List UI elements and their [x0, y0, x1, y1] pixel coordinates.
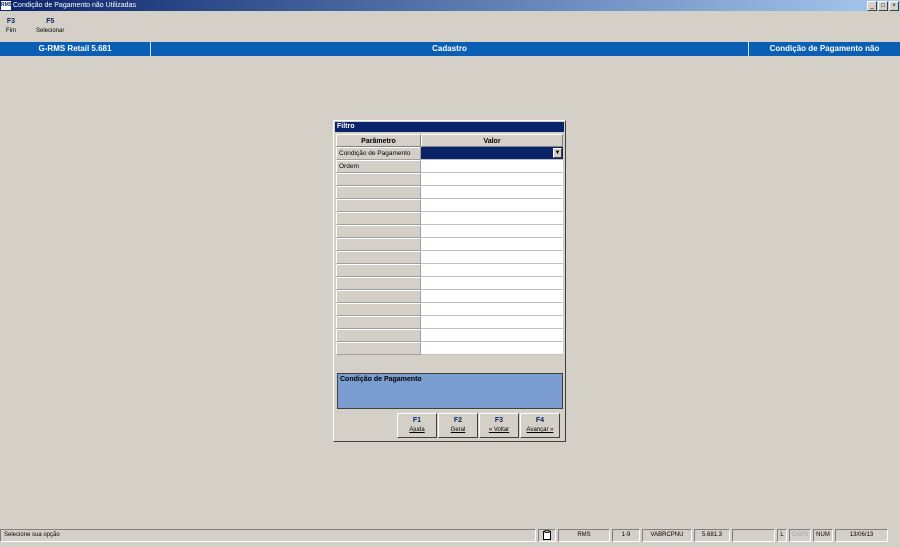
- value-cell[interactable]: [421, 173, 563, 186]
- filter-row[interactable]: [336, 238, 563, 251]
- next-button[interactable]: F4 Avançar »: [520, 413, 560, 438]
- value-cell[interactable]: [421, 186, 563, 199]
- help-button[interactable]: F1 Ajuda: [397, 413, 437, 438]
- app-icon: RMS: [1, 1, 13, 10]
- button-label: « Voltar: [488, 427, 510, 433]
- filter-row[interactable]: [336, 316, 563, 329]
- status-system: RMS: [558, 529, 610, 542]
- button-label: Avançar »: [526, 427, 554, 433]
- value-cell[interactable]: [421, 303, 563, 316]
- key-label: F4: [535, 417, 545, 424]
- value-cell[interactable]: [421, 277, 563, 290]
- payment-condition-combo[interactable]: ▼: [421, 147, 563, 160]
- param-label: [336, 212, 421, 225]
- maximize-button[interactable]: □: [878, 1, 888, 11]
- param-label: [336, 264, 421, 277]
- filter-row[interactable]: [336, 277, 563, 290]
- value-cell[interactable]: [421, 212, 563, 225]
- filter-row[interactable]: Ordem: [336, 160, 563, 173]
- filter-row[interactable]: [336, 303, 563, 316]
- help-panel: Condição de Pagamento: [337, 373, 563, 409]
- title-bar: RMS Condição de Pagamento não Utilizadas…: [0, 0, 900, 11]
- filter-row[interactable]: [336, 329, 563, 342]
- param-label: [336, 173, 421, 186]
- status-message: Selecione sua opção: [0, 529, 536, 542]
- key-label: F5: [46, 18, 55, 25]
- filter-row[interactable]: Condição de Pagamento ▼: [336, 147, 563, 160]
- filter-row[interactable]: [336, 251, 563, 264]
- param-label: [336, 251, 421, 264]
- value-cell[interactable]: [421, 342, 563, 355]
- toolbar-key-f5[interactable]: F5 Selecionar: [36, 18, 64, 34]
- toolbar-key-f3[interactable]: F3 Fim: [6, 18, 16, 34]
- app-name: G-RMS Retail 5.681: [0, 42, 151, 56]
- dialog-title: Filtro: [335, 122, 564, 132]
- filter-row[interactable]: [336, 173, 563, 186]
- filter-dialog: Filtro Parâmetro Valor Condição de Pagam…: [333, 120, 566, 442]
- status-version: 5.681.3: [694, 529, 730, 542]
- back-button[interactable]: F3 « Voltar: [479, 413, 519, 438]
- column-header-param: Parâmetro: [336, 134, 421, 147]
- status-program: VABRCPNU: [642, 529, 692, 542]
- filter-row[interactable]: [336, 342, 563, 355]
- key-label: F1: [412, 417, 422, 424]
- filter-row[interactable]: [336, 225, 563, 238]
- value-cell[interactable]: [421, 160, 563, 173]
- key-caption: Fim: [6, 28, 16, 34]
- param-label: [336, 225, 421, 238]
- button-label: Ajuda: [409, 427, 425, 433]
- value-cell[interactable]: [421, 329, 563, 342]
- status-bar: Selecione sua opção RMS 1-9 VABRCPNU 5.6…: [0, 529, 900, 543]
- value-cell[interactable]: [421, 290, 563, 303]
- filter-row[interactable]: [336, 212, 563, 225]
- status-empty: [732, 529, 775, 542]
- filter-row[interactable]: [336, 186, 563, 199]
- button-label: Geral: [450, 427, 466, 433]
- param-label: [336, 329, 421, 342]
- status-range: 1-9: [612, 529, 640, 542]
- param-label: [336, 342, 421, 355]
- clipboard-icon: [538, 529, 556, 542]
- column-header-value: Valor: [421, 134, 563, 147]
- param-label: [336, 290, 421, 303]
- param-label: [336, 316, 421, 329]
- status-caps: CAPS: [789, 529, 811, 542]
- screen-name: Condição de Pagamento não: [769, 44, 880, 53]
- param-label: Ordem: [336, 160, 421, 173]
- value-cell[interactable]: [421, 264, 563, 277]
- key-label: F2: [453, 417, 463, 424]
- value-cell[interactable]: [421, 238, 563, 251]
- value-cell[interactable]: [421, 316, 563, 329]
- param-label: [336, 199, 421, 212]
- status-num: NUM: [813, 529, 833, 542]
- close-button[interactable]: ×: [889, 1, 899, 11]
- info-bar: G-RMS Retail 5.681 Cadastro Condição de …: [0, 42, 900, 56]
- param-label: [336, 303, 421, 316]
- status-date: 13/06/13: [835, 529, 888, 542]
- module-name: Cadastro: [151, 42, 749, 56]
- filter-row[interactable]: [336, 264, 563, 277]
- status-lock: L: [777, 529, 787, 542]
- chevron-down-icon[interactable]: ▼: [553, 148, 562, 158]
- filter-row[interactable]: [336, 290, 563, 303]
- value-cell[interactable]: [421, 251, 563, 264]
- param-label: [336, 238, 421, 251]
- general-button[interactable]: F2 Geral: [438, 413, 478, 438]
- filter-row[interactable]: [336, 199, 563, 212]
- window-title: Condição de Pagamento não Utilizadas: [13, 2, 136, 9]
- key-label: F3: [494, 417, 504, 424]
- key-caption: Selecionar: [36, 28, 65, 34]
- value-cell[interactable]: [421, 225, 563, 238]
- param-label: Condição de Pagamento: [336, 147, 421, 160]
- minimize-button[interactable]: _: [867, 1, 877, 11]
- key-label: F3: [6, 18, 16, 25]
- value-cell[interactable]: [421, 199, 563, 212]
- param-label: [336, 186, 421, 199]
- param-label: [336, 277, 421, 290]
